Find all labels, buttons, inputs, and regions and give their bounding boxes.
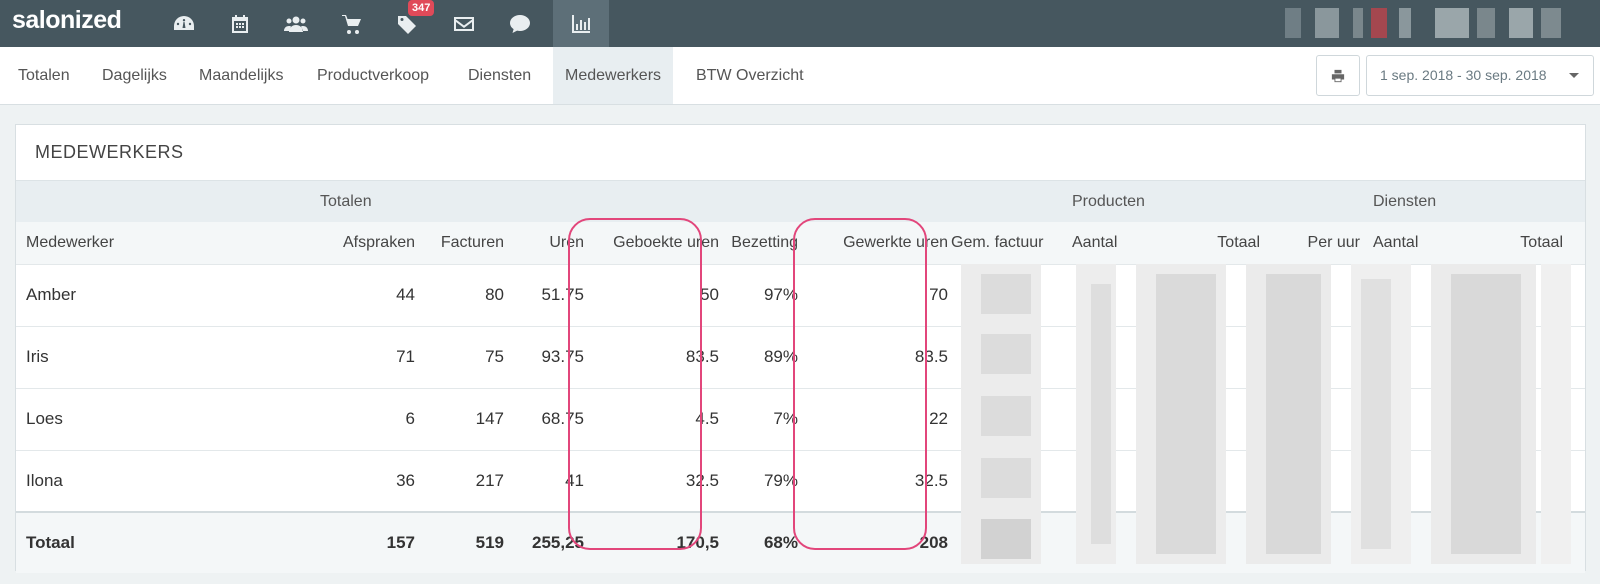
column-header-row: Medewerker Afspraken Facturen Uren Geboe…	[16, 222, 1585, 264]
tab-medewerkers[interactable]: Medewerkers	[553, 47, 674, 104]
cell-uren: 51.75	[541, 285, 584, 304]
cell-uren: 93.75	[541, 347, 584, 366]
col-medewerker[interactable]: Medewerker	[26, 234, 114, 252]
cell-medewerker: Ilona	[26, 471, 63, 490]
cell-facturen: 75	[485, 347, 504, 366]
redacted-columns	[941, 264, 1585, 571]
cart-icon[interactable]	[324, 0, 380, 47]
cell-afspraken: 6	[405, 409, 415, 428]
col-gewerkte-uren[interactable]: Gewerkte uren	[843, 234, 948, 252]
tab-productverkoop[interactable]: Productverkoop	[305, 47, 441, 104]
tab-totalen[interactable]: Totalen	[6, 47, 82, 104]
total-label: Totaal	[26, 533, 75, 552]
col-producten-totaal[interactable]: Totaal	[1217, 234, 1260, 252]
cell-geboekte-uren: 32.5	[685, 471, 719, 490]
cell-uren: 68.75	[541, 409, 584, 428]
customers-icon[interactable]	[268, 0, 324, 47]
app-logo[interactable]: salonized	[12, 6, 122, 35]
cell-geboekte-uren: 83.5	[685, 347, 719, 366]
print-icon	[1331, 69, 1345, 82]
total-facturen: 519	[475, 533, 504, 552]
col-diensten-aantal[interactable]: Aantal	[1373, 234, 1418, 252]
user-menu-pixelated[interactable]	[1285, 8, 1595, 38]
cell-bezetting: 79%	[763, 471, 798, 490]
date-range-label: 1 sep. 2018 - 30 sep. 2018	[1380, 67, 1547, 83]
cell-afspraken: 71	[396, 347, 415, 366]
group-totalen: Totalen	[320, 193, 372, 210]
notification-badge: 347	[408, 0, 435, 16]
col-geboekte-uren[interactable]: Geboekte uren	[613, 234, 719, 252]
col-producten-aantal[interactable]: Aantal	[1072, 234, 1117, 252]
group-header-row: Totalen Producten Diensten	[16, 180, 1585, 222]
cell-medewerker: Iris	[26, 347, 49, 366]
cell-facturen: 80	[485, 285, 504, 304]
total-geboekte-uren: 170,5	[676, 533, 719, 552]
cell-facturen: 147	[475, 409, 504, 428]
cell-afspraken: 44	[396, 285, 415, 304]
medewerkers-report-card: MEDEWERKERS Totalen Producten Diensten M…	[15, 124, 1586, 573]
report-title: MEDEWERKERS	[35, 142, 184, 162]
date-range-dropdown[interactable]: 1 sep. 2018 - 30 sep. 2018	[1366, 55, 1594, 96]
chat-icon[interactable]	[492, 0, 548, 47]
cell-uren: 41	[565, 471, 584, 490]
top-navigation-bar: salonized 347	[0, 0, 1600, 47]
cell-bezetting: 7%	[773, 409, 798, 428]
cell-facturen: 217	[475, 471, 504, 490]
group-producten: Producten	[1072, 193, 1145, 210]
tags-icon[interactable]: 347	[380, 0, 436, 47]
calendar-icon[interactable]	[212, 0, 268, 47]
col-diensten-totaal[interactable]: Totaal	[1520, 234, 1563, 252]
caret-down-icon	[1569, 73, 1579, 78]
cell-medewerker: Amber	[26, 285, 77, 304]
tab-maandelijks[interactable]: Maandelijks	[187, 47, 295, 104]
cell-afspraken: 36	[396, 471, 415, 490]
total-uren: 255,25	[532, 533, 584, 552]
tab-btw-overzicht[interactable]: BTW Overzicht	[684, 47, 816, 104]
col-uren[interactable]: Uren	[549, 234, 584, 252]
report-tabs-bar: Totalen Dagelijks Maandelijks Productver…	[0, 47, 1600, 105]
cell-medewerker: Loes	[26, 409, 63, 428]
print-button[interactable]	[1316, 55, 1360, 96]
dashboard-icon[interactable]	[156, 0, 212, 47]
cell-geboekte-uren: 50	[700, 285, 719, 304]
tab-dagelijks[interactable]: Dagelijks	[90, 47, 179, 104]
col-gem-factuur[interactable]: Gem. factuur	[951, 234, 1043, 252]
col-bezetting[interactable]: Bezetting	[731, 234, 798, 252]
mail-icon[interactable]	[436, 0, 492, 47]
col-per-uur[interactable]: Per uur	[1308, 234, 1360, 252]
cell-bezetting: 89%	[763, 347, 798, 366]
group-diensten: Diensten	[1373, 193, 1437, 210]
reports-icon[interactable]	[553, 0, 609, 47]
cell-geboekte-uren: 4.5	[695, 409, 719, 428]
cell-bezetting: 97%	[763, 285, 798, 304]
col-afspraken[interactable]: Afspraken	[343, 234, 415, 252]
total-bezetting: 68%	[763, 533, 798, 552]
col-facturen[interactable]: Facturen	[441, 234, 504, 252]
total-afspraken: 157	[386, 533, 415, 552]
tab-diensten[interactable]: Diensten	[456, 47, 543, 104]
